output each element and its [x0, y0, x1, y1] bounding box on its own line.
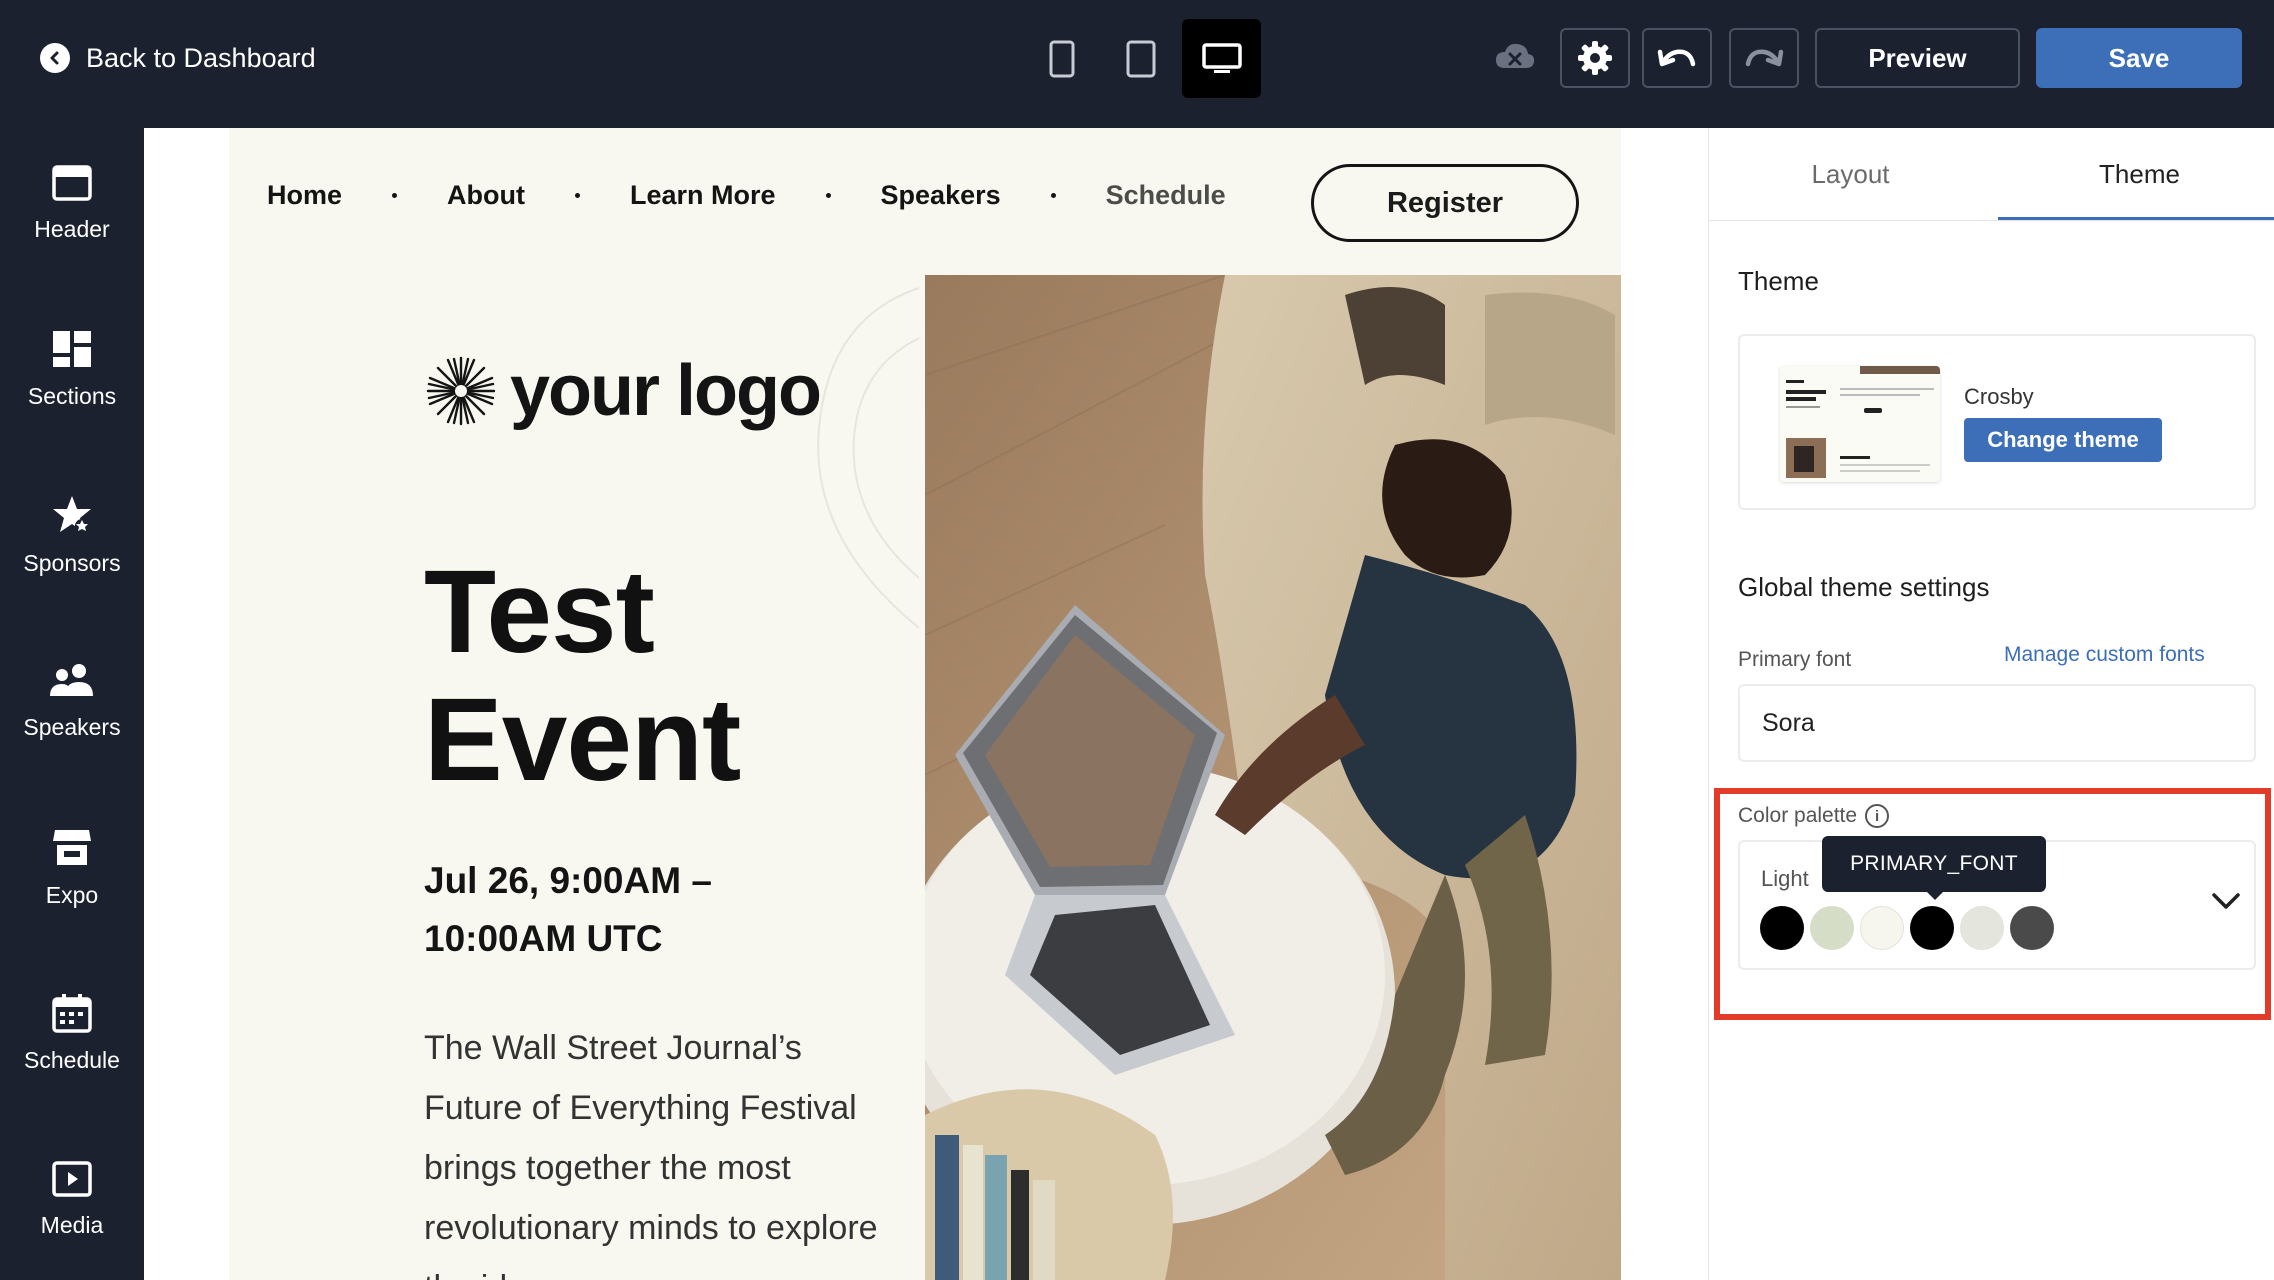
gear-icon — [1578, 41, 1612, 75]
palette-swatch[interactable] — [1910, 906, 1954, 950]
swatch-tooltip: PRIMARY_FONT — [1822, 836, 2046, 900]
hero-illustration — [925, 275, 1621, 1280]
event-description: The Wall Street Journal’s Future of Ever… — [424, 1029, 878, 1280]
tab-theme[interactable]: Theme — [1998, 128, 2274, 220]
nav-link-schedule[interactable]: Schedule — [1106, 180, 1226, 211]
sidebar-item-expo[interactable]: Expo — [0, 792, 144, 942]
color-palette-label: Color palette i — [1738, 804, 1890, 828]
back-label: Back to Dashboard — [86, 42, 316, 73]
global-settings-heading: Global theme settings — [1738, 572, 1990, 602]
back-arrow-icon — [40, 43, 70, 73]
event-logo: your logo — [426, 350, 822, 432]
sidebar-label: Media — [40, 1211, 104, 1238]
sponsors-star-icon — [53, 495, 91, 533]
sidebar-item-schedule[interactable]: Schedule — [0, 958, 144, 1108]
header-icon — [52, 164, 92, 201]
top-toolbar: Back to Dashboard Preview Save — [0, 0, 2274, 128]
nav-link-learn-more[interactable]: Learn More — [630, 180, 776, 211]
palette-swatch[interactable] — [1810, 906, 1854, 950]
color-palette-label-text: Color palette — [1738, 804, 1858, 827]
desktop-view-button[interactable] — [1182, 19, 1261, 98]
manage-custom-fonts-link[interactable]: Manage custom fonts — [2004, 643, 2205, 667]
editor-canvas: Home About Learn More Speakers Schedule … — [144, 128, 1708, 1280]
undo-button[interactable] — [1642, 28, 1712, 88]
page-nav: Home About Learn More Speakers Schedule — [267, 164, 1226, 226]
theme-name: Crosby — [1964, 384, 2034, 409]
sidebar-item-header[interactable]: Header — [0, 128, 144, 278]
change-theme-button[interactable]: Change theme — [1964, 418, 2162, 462]
theme-card: Crosby Change theme — [1738, 334, 2256, 510]
theme-heading: Theme — [1738, 266, 1819, 296]
sidebar-item-media[interactable]: Media — [0, 1124, 144, 1274]
event-date-line: Jul 26, 9:00AM – — [424, 860, 712, 901]
sidebar-label: Speakers — [23, 713, 121, 740]
palette-mode-label: Light — [1761, 866, 1809, 891]
undo-icon — [1657, 49, 1696, 67]
phone-icon — [1049, 40, 1074, 77]
nav-separator — [825, 192, 831, 198]
palette-swatch[interactable] — [1760, 906, 1804, 950]
theme-thumbnail — [1780, 366, 1940, 482]
nav-separator — [574, 192, 580, 198]
builder-sidebar: Header Sections Sponsors Speakers Expo S… — [0, 128, 144, 1280]
redo-button[interactable] — [1729, 28, 1799, 88]
cloud-offline-icon — [1496, 43, 1535, 68]
calendar-icon — [52, 993, 92, 1033]
sidebar-item-sponsors[interactable]: Sponsors — [0, 460, 144, 610]
event-page-preview: Home About Learn More Speakers Schedule … — [229, 128, 1621, 1280]
redo-icon — [1745, 49, 1784, 67]
palette-swatch[interactable] — [1960, 906, 2004, 950]
palette-swatch[interactable] — [2010, 906, 2054, 950]
nav-link-speakers[interactable]: Speakers — [881, 180, 1001, 211]
save-button[interactable]: Save — [2036, 28, 2242, 88]
speakers-people-icon — [50, 663, 93, 696]
sections-icon — [53, 330, 91, 367]
sidebar-label: Schedule — [24, 1046, 120, 1073]
sidebar-label: Expo — [45, 881, 99, 908]
palette-swatch[interactable] — [1860, 906, 1904, 950]
sidebar-item-speakers[interactable]: Speakers — [0, 626, 144, 776]
tablet-view-button[interactable] — [1101, 19, 1180, 98]
sidebar-label: Header — [34, 215, 110, 242]
back-to-dashboard-link[interactable]: Back to Dashboard — [40, 40, 316, 76]
logo-starburst-icon — [426, 356, 496, 426]
nav-separator — [1050, 192, 1056, 198]
nav-link-about[interactable]: About — [447, 180, 525, 211]
event-title: Test Event — [424, 548, 884, 804]
sidebar-label: Sections — [27, 382, 117, 409]
register-button[interactable]: Register — [1311, 164, 1579, 242]
event-title-line: Event — [424, 674, 741, 806]
tab-layout[interactable]: Layout — [1709, 128, 1992, 220]
phone-view-button[interactable] — [1022, 19, 1101, 98]
chevron-down-icon — [2212, 893, 2240, 909]
tab-divider — [1709, 220, 2274, 221]
nav-separator — [392, 192, 398, 198]
hero-photo — [925, 275, 1621, 1280]
settings-button[interactable] — [1560, 28, 1630, 88]
event-date-line: 10:00AM UTC — [424, 918, 663, 959]
logo-text: your logo — [510, 351, 822, 431]
theme-settings-panel: Layout Theme Theme Crosby Change theme G… — [1708, 128, 2274, 1280]
tooltip-arrow — [1926, 891, 1944, 900]
sidebar-item-sections[interactable]: Sections — [0, 294, 144, 444]
primary-font-select[interactable]: Sora — [1738, 684, 2256, 762]
event-date: Jul 26, 9:00AM – 10:00AM UTC — [424, 852, 844, 968]
nav-link-home[interactable]: Home — [267, 180, 342, 211]
expo-booth-icon — [53, 829, 91, 865]
event-title-line: Test — [424, 546, 655, 678]
sidebar-label: Sponsors — [23, 549, 121, 576]
tooltip-text: PRIMARY_FONT — [1850, 852, 2018, 875]
desktop-icon — [1201, 42, 1242, 73]
tablet-icon — [1126, 40, 1155, 77]
media-play-icon — [52, 1160, 92, 1197]
info-icon[interactable]: i — [1865, 804, 1890, 828]
preview-button[interactable]: Preview — [1815, 28, 2020, 88]
primary-font-label: Primary font — [1738, 648, 1852, 671]
